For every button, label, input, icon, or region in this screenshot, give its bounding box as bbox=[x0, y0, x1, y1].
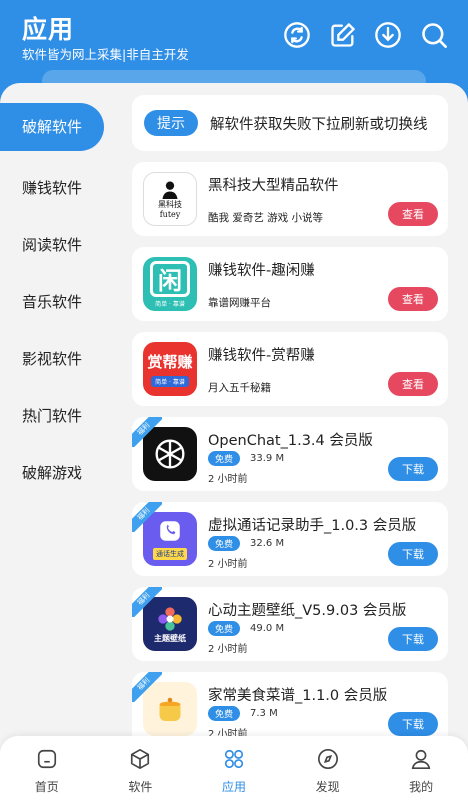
cube-icon bbox=[131, 749, 150, 769]
list-item[interactable]: 赏帮赚 简单 · 靠谱 赚钱软件-赏帮赚 月入五千秘籍 查看 bbox=[132, 332, 448, 406]
nav-mine-label: 我的 bbox=[409, 780, 434, 794]
refresh-icon[interactable] bbox=[282, 20, 312, 50]
free-badge: 免费 bbox=[208, 536, 241, 551]
app-title: 心动主题壁纸_V5.9.03 会员版 bbox=[208, 603, 407, 619]
nav-software[interactable]: 软件 bbox=[94, 736, 188, 806]
header: 应用 软件皆为网上采集|非自主开发 bbox=[0, 0, 468, 96]
download-button[interactable]: 下载 bbox=[388, 712, 438, 736]
app-size: 33.9 M bbox=[250, 453, 285, 464]
app-desc: 酷我 爱奇艺 游戏 小说等 bbox=[208, 212, 324, 224]
welfare-tag: 福利 bbox=[132, 587, 162, 617]
app-meta: 免费 33.9 M bbox=[208, 451, 284, 466]
list-item[interactable]: 黑科技 futey 黑科技大型精品软件 酷我 爱奇艺 游戏 小说等 查看 bbox=[132, 162, 448, 236]
apps-icon bbox=[224, 749, 244, 769]
app-icon-text: 通话生成 bbox=[153, 548, 187, 560]
welfare-tag-text: 福利 bbox=[132, 672, 162, 702]
app-title: OpenChat_1.3.4 会员版 bbox=[208, 433, 373, 449]
welfare-tag-text: 福利 bbox=[132, 587, 162, 617]
app-title: 黑科技大型精品软件 bbox=[208, 178, 339, 194]
view-button[interactable]: 查看 bbox=[388, 287, 438, 311]
home-icon bbox=[37, 749, 56, 769]
page-subtitle: 软件皆为网上采集|非自主开发 bbox=[22, 47, 189, 62]
app-meta: 免费 32.6 M bbox=[208, 536, 284, 551]
main-panel: 破解软件 赚钱软件 阅读软件 音乐软件 影视软件 热门软件 破解游戏 提示 解软… bbox=[0, 83, 468, 806]
app-icon-subtext: futey bbox=[159, 210, 181, 219]
welfare-tag: 福利 bbox=[132, 502, 162, 532]
welfare-tag: 福利 bbox=[132, 672, 162, 702]
sidebar-item-hot-software[interactable]: 热门软件 bbox=[0, 388, 120, 445]
free-badge: 免费 bbox=[208, 706, 241, 721]
app-icon-text: 赏帮赚 bbox=[147, 353, 193, 371]
nav-mine[interactable]: 我的 bbox=[374, 736, 468, 806]
notice-text: 解软件获取失败下拉刷新或切换线 bbox=[210, 116, 428, 133]
notice-badge: 提示 bbox=[144, 110, 198, 136]
app-size: 32.6 M bbox=[250, 538, 285, 549]
download-button[interactable]: 下载 bbox=[388, 542, 438, 566]
list-item[interactable]: 闲 简单 · 靠谱 赚钱软件-趣闲赚 靠谱网赚平台 查看 bbox=[132, 247, 448, 321]
view-button[interactable]: 查看 bbox=[388, 372, 438, 396]
view-button[interactable]: 查看 bbox=[388, 202, 438, 226]
download-button[interactable]: 下载 bbox=[388, 627, 438, 651]
app-icon-subtext: 简单 · 靠谱 bbox=[151, 376, 189, 387]
app-icon-shangbangzhuan: 赏帮赚 简单 · 靠谱 bbox=[143, 342, 197, 396]
page-title: 应用 bbox=[22, 15, 75, 44]
sidebar: 破解软件 赚钱软件 阅读软件 音乐软件 影视软件 热门软件 破解游戏 bbox=[0, 103, 120, 502]
app-icon-subtext: 简单 · 靠谱 bbox=[155, 300, 185, 308]
app-title: 赚钱软件-赏帮赚 bbox=[208, 348, 315, 364]
sidebar-item-music-software[interactable]: 音乐软件 bbox=[0, 274, 120, 331]
sidebar-item-money-software[interactable]: 赚钱软件 bbox=[0, 160, 120, 217]
app-title: 赚钱软件-趣闲赚 bbox=[208, 263, 315, 279]
bottom-nav: 首页 软件 应用 发现 我的 bbox=[0, 736, 468, 806]
welfare-tag-text: 福利 bbox=[132, 417, 162, 447]
compass-icon bbox=[317, 749, 338, 769]
app-icon-text: 主题壁纸 bbox=[154, 633, 186, 643]
app-icon-text: 闲 bbox=[150, 260, 190, 297]
download-button[interactable]: 下载 bbox=[388, 457, 438, 481]
nav-apps[interactable]: 应用 bbox=[187, 736, 281, 806]
app-meta: 免费 7.3 M bbox=[208, 706, 278, 721]
notice-bar: 提示 解软件获取失败下拉刷新或切换线 bbox=[132, 95, 448, 151]
nav-apps-label: 应用 bbox=[221, 780, 246, 794]
app-title: 虚拟通话记录助手_1.0.3 会员版 bbox=[208, 518, 417, 534]
list-item[interactable]: 福利 OpenChat_1.3.4 会员版 免费 33.9 M 2 小时前 下载 bbox=[132, 417, 448, 491]
app-meta: 免费 49.0 M bbox=[208, 621, 284, 636]
sidebar-item-reading-software[interactable]: 阅读软件 bbox=[0, 217, 120, 274]
app-size: 7.3 M bbox=[250, 708, 278, 719]
list-item[interactable]: 主题壁纸 福利 心动主题壁纸_V5.9.03 会员版 免费 49.0 M 2 小… bbox=[132, 587, 448, 661]
list-item[interactable]: 福利 家常美食菜谱_1.1.0 会员版 免费 7.3 M 2 小时前 下载 bbox=[132, 672, 448, 746]
list-item[interactable]: 通话生成 福利 虚拟通话记录助手_1.0.3 会员版 免费 32.6 M 2 小… bbox=[132, 502, 448, 576]
nav-discover[interactable]: 发现 bbox=[281, 736, 375, 806]
app-icon-black-tech: 黑科技 futey bbox=[143, 172, 197, 226]
welfare-tag-text: 福利 bbox=[132, 502, 162, 532]
download-icon[interactable] bbox=[373, 20, 403, 50]
app-time: 2 小时前 bbox=[208, 644, 248, 655]
app-desc: 靠谱网赚平台 bbox=[208, 297, 271, 309]
search-icon[interactable] bbox=[419, 20, 449, 50]
app-size: 49.0 M bbox=[250, 623, 285, 634]
welfare-tag: 福利 bbox=[132, 417, 162, 447]
nav-home[interactable]: 首页 bbox=[0, 736, 94, 806]
app-time: 2 小时前 bbox=[208, 474, 248, 485]
user-icon bbox=[411, 749, 431, 769]
app-desc: 月入五千秘籍 bbox=[208, 382, 271, 394]
sidebar-item-crack-games[interactable]: 破解游戏 bbox=[0, 445, 120, 502]
app-icon-text: 黑科技 bbox=[158, 200, 182, 209]
free-badge: 免费 bbox=[208, 451, 241, 466]
app-time: 2 小时前 bbox=[208, 559, 248, 570]
nav-home-label: 首页 bbox=[34, 780, 59, 794]
sidebar-item-crack-software[interactable]: 破解软件 bbox=[0, 103, 104, 151]
sidebar-item-video-software[interactable]: 影视软件 bbox=[0, 331, 120, 388]
app-title: 家常美食菜谱_1.1.0 会员版 bbox=[208, 688, 388, 704]
app-icon-quxianzhuan: 闲 简单 · 靠谱 bbox=[143, 257, 197, 311]
nav-software-label: 软件 bbox=[128, 780, 153, 794]
hacker-icon bbox=[162, 181, 178, 199]
app-list: 提示 解软件获取失败下拉刷新或切换线 黑科技 futey 黑科技大型精品软件 酷… bbox=[132, 95, 448, 757]
free-badge: 免费 bbox=[208, 621, 241, 636]
nav-discover-label: 发现 bbox=[315, 780, 340, 794]
edit-icon[interactable] bbox=[328, 20, 358, 50]
